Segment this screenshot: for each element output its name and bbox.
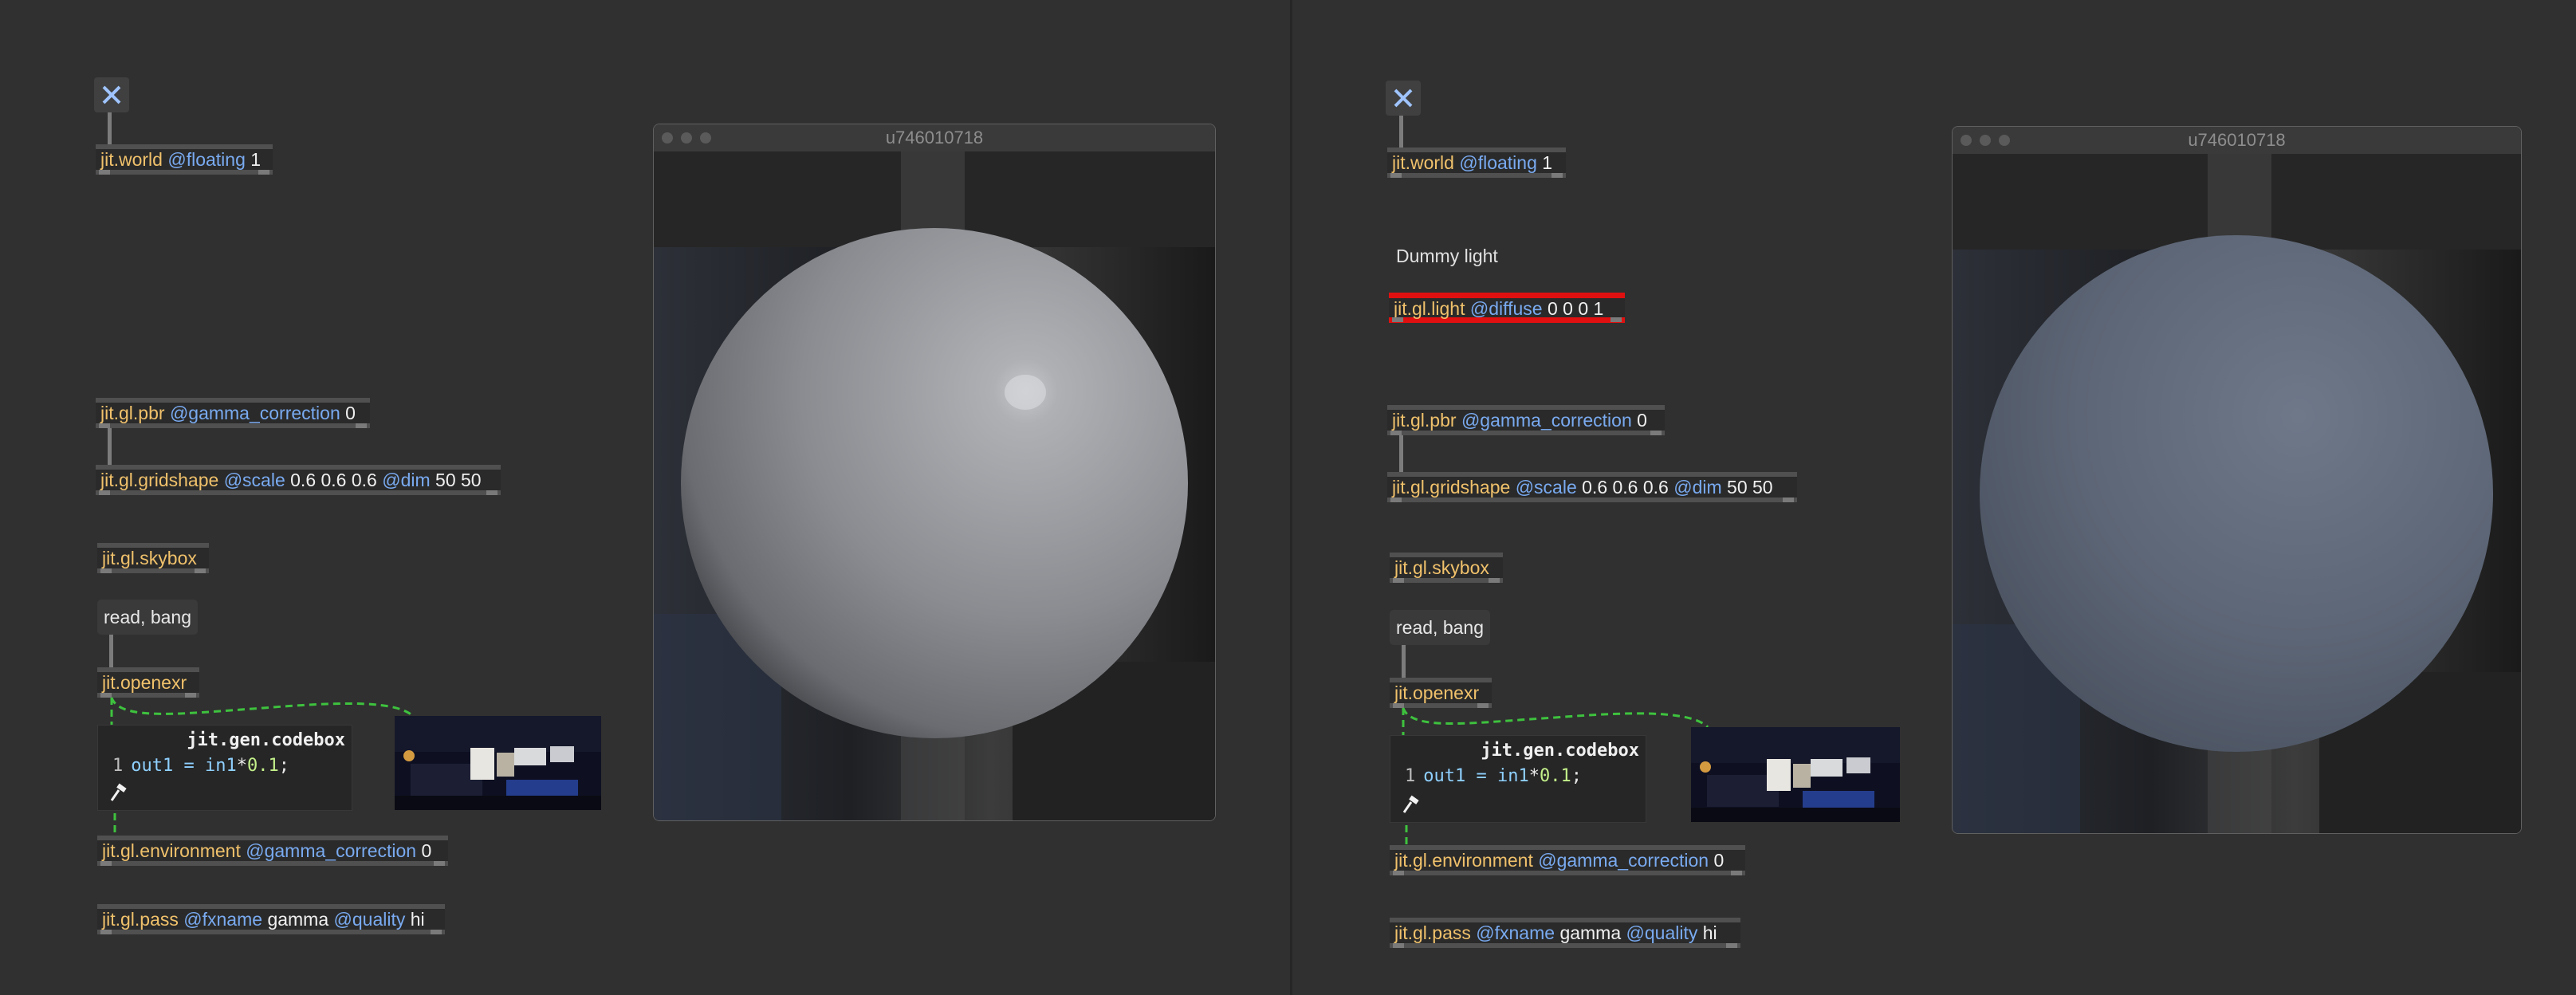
code-token: 0.1 [246,756,279,776]
jit-gl-pass-object[interactable]: jit.gl.pass @fxname gamma @quality hi [1390,918,1740,948]
line-number: 1 [112,756,124,776]
object-attr: @gamma_correction [246,840,417,861]
object-value: gamma [1559,922,1622,943]
object-value: hi [410,909,425,930]
codebox-title: jit.gen.codebox [187,730,345,750]
code-token: in1 [1496,766,1529,786]
window-title: u746010718 [2188,130,2286,150]
jit-gl-pass-object[interactable]: jit.gl.pass @fxname gamma @quality hi [97,904,445,934]
render-window[interactable]: u746010718 [1952,126,2522,834]
object-name: jit.gl.pass [102,909,179,930]
code-token: * [1528,766,1540,786]
hammer-icon[interactable] [108,783,128,804]
code-token: ; [1571,766,1582,786]
object-attr: @quality [1626,922,1698,943]
environment-thumbnail [395,716,601,810]
code-token: ; [278,756,289,776]
jit-gl-environment-object[interactable]: jit.gl.environment @gamma_correction 0 [1390,845,1745,875]
hammer-icon[interactable] [1400,795,1421,816]
jit-gen-codebox[interactable]: jit.gen.codebox 1 out1 = in1*0.1; [97,725,352,811]
object-name: jit.gl.pass [1394,922,1471,943]
codebox-title: jit.gen.codebox [1481,741,1639,761]
object-attr: @gamma_correction [1538,850,1709,871]
object-value: 0 [421,840,432,861]
object-attr: @fxname [183,909,263,930]
code-token: in1 [204,756,237,776]
object-value: 0 [1713,850,1725,871]
line-number: 1 [1405,766,1416,786]
object-value: hi [1702,922,1717,943]
object-attr: @fxname [1476,922,1555,943]
codebox-code[interactable]: 1 out1 = in1*0.1; [1405,766,1582,786]
render-window[interactable]: u746010718 [653,124,1216,821]
render-view [1953,154,2521,833]
code-token: * [236,756,247,776]
object-attr: @quality [333,909,406,930]
codebox-code[interactable]: 1 out1 = in1*0.1; [112,756,289,776]
window-titlebar[interactable]: u746010718 [654,124,1215,151]
jit-gl-environment-object[interactable]: jit.gl.environment @gamma_correction 0 [97,836,448,866]
render-view [654,151,1215,820]
object-name: jit.gl.environment [102,840,241,861]
object-value: gamma [267,909,329,930]
window-title: u746010718 [885,128,984,147]
code-token: 0.1 [1539,766,1571,786]
jit-gen-codebox[interactable]: jit.gen.codebox 1 out1 = in1*0.1; [1390,735,1646,823]
code-token: out1 = [131,756,205,776]
object-name: jit.gl.environment [1394,850,1533,871]
code-token: out1 = [1423,766,1497,786]
environment-thumbnail [1691,727,1900,822]
window-titlebar[interactable]: u746010718 [1953,127,2521,154]
